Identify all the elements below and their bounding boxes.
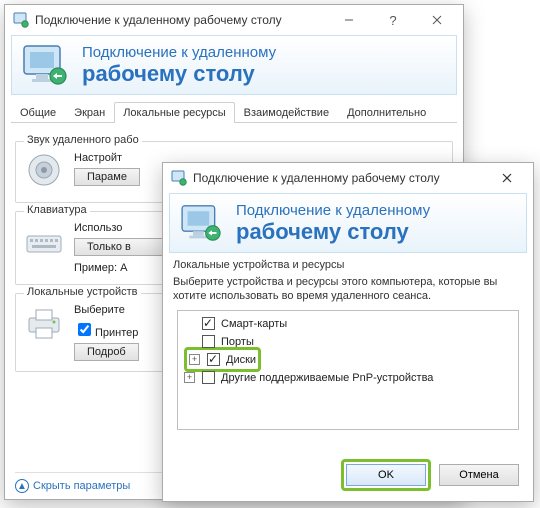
dialog-titlebar: Подключение к удаленному рабочему столу <box>163 163 533 193</box>
smartcards-label: Смарт-карты <box>221 318 287 330</box>
main-titlebar: Подключение к удаленному рабочему столу … <box>5 5 463 35</box>
chevron-up-icon: ▲ <box>15 479 29 493</box>
tab-local-resources[interactable]: Локальные ресурсы <box>114 102 234 123</box>
banner-line1: Подключение к удаленному <box>82 44 276 62</box>
tree-item-smartcards[interactable]: Смарт-карты <box>184 315 512 333</box>
minimize-button[interactable] <box>327 6 371 34</box>
drives-highlight: + Диски <box>184 347 261 372</box>
main-title-text: Подключение к удаленному рабочему столу <box>35 13 327 27</box>
dialog-banner: Подключение к удаленному рабочему столу <box>169 193 527 253</box>
devices-more-button[interactable]: Подроб <box>74 343 139 361</box>
rdp-icon <box>171 170 187 186</box>
drives-label: Диски <box>226 354 256 366</box>
ports-label: Порты <box>221 336 254 348</box>
dialog-banner-line1: Подключение к удаленному <box>236 202 430 220</box>
close-button[interactable] <box>415 6 459 34</box>
printer-icon <box>24 304 64 344</box>
panel-devices-legend: Локальные устройств <box>24 286 141 298</box>
panel-keyboard-legend: Клавиатура <box>24 204 90 216</box>
printer-label: Принтер <box>95 327 138 339</box>
dialog-close-button[interactable] <box>485 164 529 192</box>
tab-interaction[interactable]: Взаимодействие <box>235 102 338 123</box>
tab-screen[interactable]: Экран <box>65 102 114 123</box>
rdp-large-icon <box>22 44 70 86</box>
pnp-expander[interactable]: + <box>184 372 195 383</box>
drives-checkbox[interactable] <box>207 353 220 366</box>
tab-advanced[interactable]: Дополнительно <box>338 102 435 123</box>
rdp-icon <box>13 12 29 28</box>
dialog-banner-line2: рабочему столу <box>236 220 430 244</box>
banner-line2: рабочему столу <box>82 62 276 86</box>
smartcards-checkbox[interactable] <box>202 317 215 330</box>
local-resources-dialog: Подключение к удаленному рабочему столу … <box>162 162 534 502</box>
tree-item-drives[interactable]: + Диски <box>184 351 512 369</box>
sound-settings-button[interactable]: Параме <box>74 168 140 186</box>
device-tree[interactable]: Смарт-карты Порты + Диски + Другие подде… <box>177 310 519 430</box>
pnp-label: Другие поддерживаемые PnP-устройства <box>221 372 433 384</box>
ok-highlight: OK <box>341 459 431 491</box>
keyboard-icon <box>24 222 64 262</box>
local-devices-group: Локальные устройства и ресурсы Выберите … <box>173 259 523 430</box>
main-banner: Подключение к удаленному рабочему столу <box>11 35 457 95</box>
speaker-icon <box>24 152 64 192</box>
hide-options-label: Скрыть параметры <box>33 480 130 492</box>
cancel-button[interactable]: Отмена <box>439 464 519 486</box>
panel-sound-legend: Звук удаленного рабо <box>24 134 142 146</box>
tree-item-pnp[interactable]: + Другие поддерживаемые PnP-устройства <box>184 369 512 387</box>
keyboard-mode-button[interactable]: Только в <box>74 238 164 256</box>
group-description: Выберите устройства и ресурсы этого комп… <box>173 275 523 304</box>
rdp-large-icon <box>180 204 224 242</box>
group-legend: Локальные устройства и ресурсы <box>173 259 523 271</box>
pnp-checkbox[interactable] <box>202 371 215 384</box>
tab-general[interactable]: Общие <box>11 102 65 123</box>
ok-button[interactable]: OK <box>346 464 426 486</box>
ports-checkbox[interactable] <box>202 335 215 348</box>
dialog-title-text: Подключение к удаленному рабочему столу <box>193 171 485 185</box>
dialog-button-row: OK Отмена <box>341 459 519 491</box>
help-button[interactable]: ? <box>371 6 415 34</box>
printer-checkbox[interactable] <box>78 323 91 336</box>
hide-options-link[interactable]: ▲ Скрыть параметры <box>15 479 130 493</box>
drives-expander[interactable]: + <box>189 354 200 365</box>
tab-strip: Общие Экран Локальные ресурсы Взаимодейс… <box>11 101 457 123</box>
